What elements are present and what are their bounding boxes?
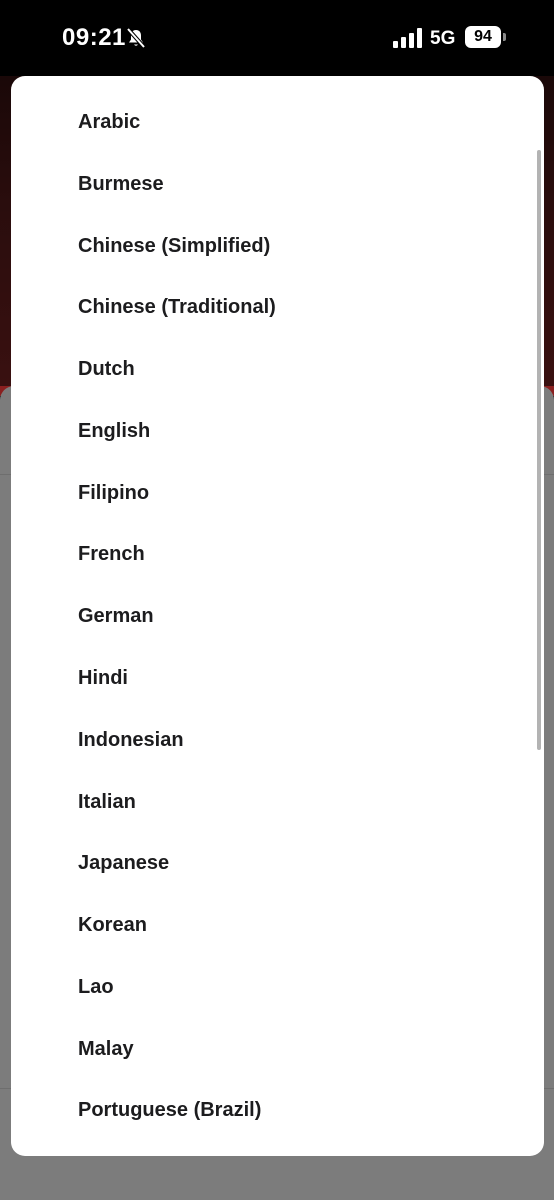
language-option-arabic[interactable]: Arabic <box>11 91 544 153</box>
status-time: 09:21 <box>62 24 126 51</box>
status-bar: 09:21 5G 94 <box>0 0 554 76</box>
signal-icon <box>393 28 422 48</box>
language-option-portuguese-brazil[interactable]: Portuguese (Brazil) <box>11 1079 544 1141</box>
language-option-hindi[interactable]: Hindi <box>11 647 544 709</box>
language-option-indonesian[interactable]: Indonesian <box>11 709 544 771</box>
battery-level: 94 <box>465 26 501 48</box>
language-option-italian[interactable]: Italian <box>11 771 544 833</box>
language-option-chinese-traditional[interactable]: Chinese (Traditional) <box>11 276 544 338</box>
language-option-french[interactable]: French <box>11 523 544 585</box>
language-option-korean[interactable]: Korean <box>11 894 544 956</box>
language-menu: Arabic Burmese Chinese (Simplified) Chin… <box>11 76 544 1156</box>
network-type: 5G <box>430 28 456 49</box>
menu-scrollbar[interactable] <box>537 150 541 750</box>
screen: 09:21 5G 94 Arabic Burmese Chinese (Simp… <box>0 0 554 1200</box>
bell-slash-icon <box>126 27 146 49</box>
language-option-malay[interactable]: Malay <box>11 1018 544 1080</box>
language-option-dutch[interactable]: Dutch <box>11 338 544 400</box>
battery-tip <box>503 33 506 41</box>
language-option-lao[interactable]: Lao <box>11 956 544 1018</box>
language-option-english[interactable]: English <box>11 400 544 462</box>
language-option-german[interactable]: German <box>11 585 544 647</box>
language-option-filipino[interactable]: Filipino <box>11 462 544 524</box>
language-option-burmese[interactable]: Burmese <box>11 153 544 215</box>
language-option-chinese-simplified[interactable]: Chinese (Simplified) <box>11 215 544 277</box>
background-bottom <box>0 1156 554 1200</box>
language-option-japanese[interactable]: Japanese <box>11 832 544 894</box>
